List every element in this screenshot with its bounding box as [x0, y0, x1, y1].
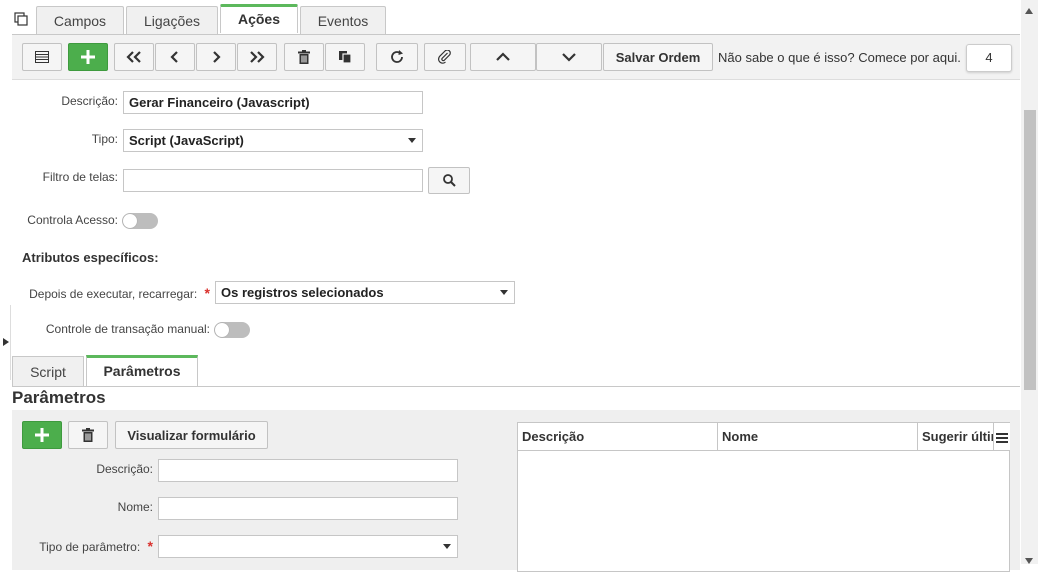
- paperclip-icon: [438, 50, 451, 64]
- filtro-telas-field[interactable]: [123, 169, 423, 192]
- controla-acesso-toggle[interactable]: [122, 213, 158, 229]
- trash-icon: [298, 50, 310, 64]
- chevron-left-icon: [170, 51, 178, 63]
- duplicate-button[interactable]: [325, 43, 365, 71]
- save-order-label: Salvar Ordem: [615, 49, 701, 65]
- recarregar-select[interactable]: Os registros selecionados: [215, 281, 515, 304]
- param-descricao-field[interactable]: [158, 459, 458, 482]
- help-count-value: 4: [985, 50, 993, 65]
- chevron-right-icon: [213, 51, 221, 63]
- refresh-icon: [391, 50, 403, 63]
- help-link[interactable]: Não sabe o que é isso? Comece por aqui.: [718, 50, 961, 65]
- tab-ligacoes[interactable]: Ligações: [126, 6, 218, 34]
- tipo-label: Tipo:: [91, 132, 118, 146]
- grid-header-descricao[interactable]: Descrição: [518, 423, 718, 451]
- delete-parameter-button[interactable]: [68, 421, 108, 449]
- recarregar-select-value: Os registros selecionados: [221, 285, 384, 300]
- move-down-button[interactable]: [536, 43, 602, 71]
- recarregar-label-text: Depois de executar, recarregar:: [29, 287, 198, 301]
- copy-icon: [339, 51, 352, 64]
- menu-icon: [996, 433, 1008, 443]
- page-scrollbar-thumb[interactable]: [1024, 110, 1036, 390]
- param-nome-label: Nome:: [117, 500, 153, 514]
- previous-record-button[interactable]: [155, 43, 195, 71]
- param-tipo-select[interactable]: [158, 535, 458, 558]
- table-icon: [35, 51, 49, 63]
- trash-icon: [82, 428, 94, 442]
- scroll-up-arrow-icon[interactable]: [1025, 3, 1033, 17]
- controla-acesso-label: Controla Acesso:: [27, 213, 118, 227]
- search-icon: [442, 174, 456, 187]
- grid-header-nome[interactable]: Nome: [718, 423, 918, 451]
- tab-acoes[interactable]: Ações: [220, 4, 298, 33]
- param-nome-field[interactable]: [158, 497, 458, 520]
- toggle-knob: [123, 214, 137, 228]
- copy-icon[interactable]: [14, 12, 28, 29]
- first-record-button[interactable]: [114, 43, 154, 71]
- attach-button[interactable]: [424, 43, 466, 71]
- grid-view-button[interactable]: [22, 43, 62, 71]
- param-descricao-label: Descrição:: [96, 462, 153, 476]
- visualizar-formulario-label: Visualizar formulário: [127, 427, 256, 443]
- move-up-button[interactable]: [470, 43, 536, 71]
- refresh-button[interactable]: [376, 43, 418, 71]
- scroll-down-arrow-icon[interactable]: [1025, 553, 1033, 567]
- descricao-label: Descrição:: [61, 94, 118, 108]
- tab-eventos[interactable]: Eventos: [300, 6, 386, 34]
- add-button[interactable]: [68, 43, 108, 71]
- recarregar-label: Depois de executar, recarregar: *: [10, 285, 210, 301]
- atributos-especificos-title: Atributos específicos:: [22, 250, 159, 265]
- panel-expand-handle[interactable]: [0, 305, 11, 380]
- tab-campos[interactable]: Campos: [36, 6, 124, 34]
- transacao-manual-label: Controle de transação manual:: [45, 322, 210, 336]
- subtab-script[interactable]: Script: [12, 356, 84, 386]
- chevron-down-icon: [562, 53, 576, 62]
- param-tipo-label-text: Tipo de parâmetro:: [39, 540, 141, 554]
- param-tipo-label: Tipo de parâmetro: *: [10, 538, 153, 554]
- descricao-field[interactable]: Gerar Financeiro (Javascript): [123, 91, 423, 114]
- filtro-telas-label: Filtro de telas:: [42, 170, 118, 184]
- double-chevron-right-icon: [250, 51, 265, 63]
- filtro-search-button[interactable]: [428, 167, 470, 194]
- dropdown-arrow-icon: [500, 290, 508, 295]
- plus-icon: [81, 50, 95, 64]
- tipo-select[interactable]: Script (JavaScript): [123, 129, 423, 152]
- parametros-title: Parâmetros: [12, 388, 106, 407]
- subtab-parametros[interactable]: Parâmetros: [86, 355, 198, 386]
- transacao-manual-toggle[interactable]: [214, 322, 250, 338]
- visualizar-formulario-button[interactable]: Visualizar formulário: [115, 421, 268, 449]
- last-record-button[interactable]: [237, 43, 277, 71]
- parametros-grid: Descrição Nome Sugerir últim: [517, 422, 1010, 572]
- double-chevron-left-icon: [126, 51, 141, 63]
- plus-icon: [35, 428, 49, 442]
- next-record-button[interactable]: [196, 43, 236, 71]
- save-order-button[interactable]: Salvar Ordem: [603, 43, 713, 71]
- delete-button[interactable]: [284, 43, 324, 71]
- caret-right-icon: [3, 338, 9, 346]
- required-mark: *: [147, 538, 153, 554]
- grid-column-menu[interactable]: [994, 423, 1010, 451]
- chevron-up-icon: [496, 52, 510, 61]
- dropdown-arrow-icon: [443, 544, 451, 549]
- toggle-knob: [215, 323, 229, 337]
- help-count-badge[interactable]: 4: [966, 44, 1012, 72]
- add-parameter-button[interactable]: [22, 421, 62, 449]
- required-mark: *: [204, 285, 210, 301]
- grid-header-sugerir[interactable]: Sugerir últim: [918, 423, 994, 451]
- dropdown-arrow-icon: [408, 138, 416, 143]
- tipo-select-value: Script (JavaScript): [129, 133, 244, 148]
- subtab-divider: [12, 386, 1020, 387]
